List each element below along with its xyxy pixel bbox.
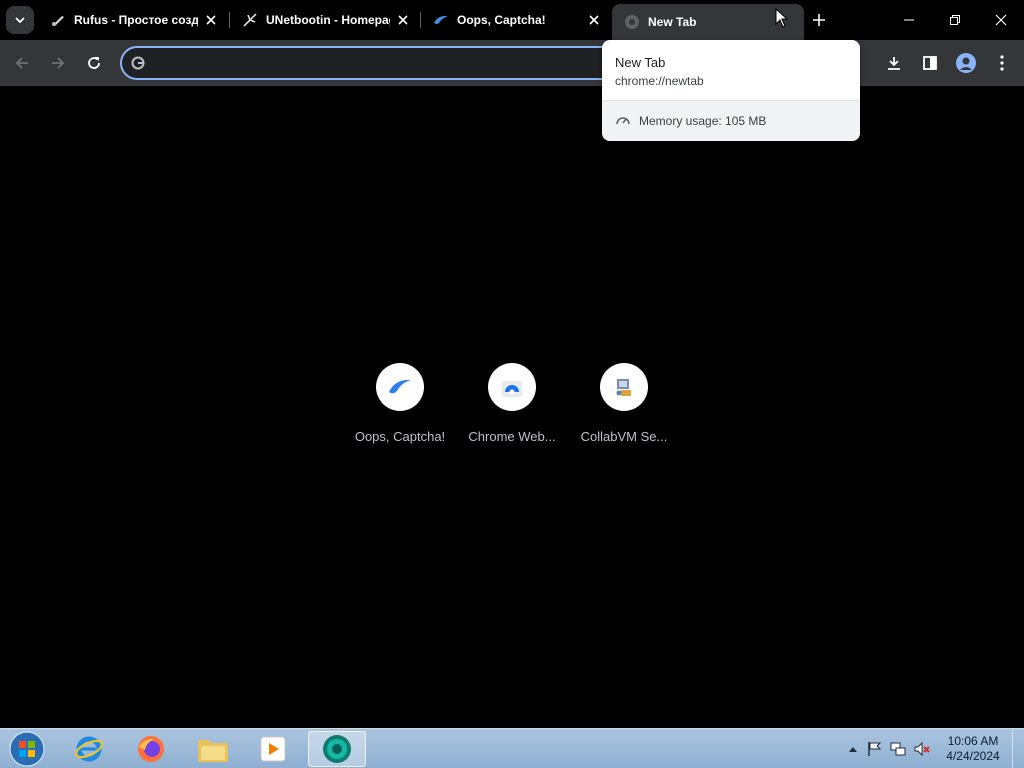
- chevron-down-icon: [15, 17, 25, 24]
- tab-unetbootin[interactable]: UNetbootin - Homepage and Downloads: [230, 0, 420, 40]
- show-hidden-icons-button[interactable]: [845, 741, 861, 757]
- captcha-swirl-icon: [389, 379, 411, 394]
- new-tab-button[interactable]: [808, 9, 830, 31]
- close-icon[interactable]: [396, 13, 410, 27]
- hover-card-title: New Tab: [615, 55, 666, 70]
- taskbar-media-player[interactable]: [246, 731, 300, 767]
- action-center-tray-icon[interactable]: [866, 741, 882, 757]
- shortcut-icon-bg: [376, 363, 424, 411]
- collabvm-icon: [616, 379, 631, 396]
- shortcut-label: Chrome Web...: [468, 429, 556, 444]
- restore-icon: [950, 15, 960, 25]
- close-icon[interactable]: [587, 13, 601, 27]
- rufus-icon: [50, 12, 66, 28]
- browser-toolbar: [0, 40, 1024, 86]
- windows-start-orb-icon: [9, 731, 45, 767]
- unetbootin-icon: [242, 12, 258, 28]
- tab-strip: Rufus - Простое создание загрузочных USB…: [0, 0, 1024, 40]
- shortcut-oops-captcha[interactable]: Oops, Captcha!: [344, 363, 456, 447]
- taskbar-clock[interactable]: 10:06 AM 4/24/2024: [938, 734, 1008, 764]
- tab-title: Rufus - Простое создание загрузочных USB…: [74, 13, 198, 27]
- memory-usage-text: Memory usage: 105 MB: [639, 114, 767, 128]
- mouse-cursor-icon: [775, 8, 789, 28]
- profile-button[interactable]: [952, 49, 980, 77]
- captcha-swirl-icon: [433, 12, 449, 28]
- reload-icon: [88, 57, 100, 69]
- taskbar-file-explorer[interactable]: [186, 731, 240, 767]
- shortcut-collabvm[interactable]: CollabVM Se...: [568, 363, 680, 447]
- taskbar-firefox[interactable]: [124, 731, 178, 767]
- shortcut-label: Oops, Captcha!: [354, 429, 446, 444]
- close-window-button[interactable]: [978, 0, 1024, 40]
- side-panel-button[interactable]: [916, 49, 944, 77]
- menu-button[interactable]: [988, 49, 1016, 77]
- chrome-web-store-icon: [502, 381, 522, 397]
- new-tab-page: Oops, Captcha! Chrome Web... CollabVM Se…: [0, 87, 1024, 728]
- shortcut-label: CollabVM Se...: [580, 429, 668, 444]
- show-desktop-button[interactable]: [1012, 729, 1024, 768]
- close-icon[interactable]: [204, 13, 218, 27]
- internet-explorer-icon: [75, 736, 103, 762]
- profile-icon: [956, 53, 976, 73]
- chevron-up-icon: [849, 747, 857, 752]
- arrow-left-icon: [15, 57, 28, 69]
- flag-icon: [868, 742, 882, 756]
- back-button[interactable]: [8, 49, 36, 77]
- media-player-icon: [260, 736, 286, 762]
- volume-muted-icon: [914, 741, 930, 757]
- screen: Rufus - Простое создание загрузочных USB…: [0, 0, 1024, 768]
- tab-title: UNetbootin - Homepage and Downloads: [266, 13, 390, 27]
- arrow-right-icon: [52, 57, 65, 69]
- clock-time: 10:06 AM: [947, 734, 999, 748]
- tab-hover-card: New Tab chrome://newtab Memory usage: 10…: [602, 40, 860, 141]
- tab-search-button[interactable]: [6, 6, 34, 34]
- volume-tray-icon[interactable]: [914, 741, 930, 757]
- side-panel-icon: [923, 56, 937, 70]
- plus-icon: [813, 14, 825, 26]
- address-input[interactable]: [152, 52, 652, 74]
- minimize-icon: [904, 19, 914, 21]
- globe-icon: [624, 14, 640, 30]
- tab-rufus[interactable]: Rufus - Простое создание загрузочных USB…: [38, 0, 228, 40]
- taskbar-internet-explorer[interactable]: [62, 731, 116, 767]
- downloads-button[interactable]: [880, 49, 908, 77]
- chrome-dev-icon: [323, 735, 351, 763]
- minimize-button[interactable]: [886, 0, 932, 40]
- hover-card-memory: Memory usage: 105 MB: [602, 100, 860, 141]
- download-icon: [888, 57, 900, 70]
- shortcut-icon-bg: [600, 363, 648, 411]
- gauge-icon: [616, 117, 630, 125]
- restore-button[interactable]: [932, 0, 978, 40]
- google-g-icon: [130, 55, 146, 71]
- forward-button[interactable]: [44, 49, 72, 77]
- clock-date: 4/24/2024: [946, 749, 1000, 763]
- tab-title: Oops, Captcha!: [457, 13, 546, 27]
- tab-oops-captcha[interactable]: Oops, Captcha!: [421, 0, 611, 40]
- hover-card-url: chrome://newtab: [615, 74, 704, 88]
- start-button[interactable]: [2, 731, 52, 767]
- close-icon: [995, 14, 1007, 26]
- network-icon: [890, 742, 906, 756]
- taskbar: 10:06 AM 4/24/2024: [0, 728, 1024, 768]
- shortcut-chrome-web-store[interactable]: Chrome Web...: [456, 363, 568, 447]
- shortcut-icon-bg: [488, 363, 536, 411]
- taskbar-chrome-dev[interactable]: [308, 731, 366, 767]
- firefox-icon: [138, 736, 164, 762]
- network-tray-icon[interactable]: [890, 741, 906, 757]
- folder-icon: [198, 740, 228, 762]
- more-vert-icon: [1000, 55, 1004, 71]
- reload-button[interactable]: [80, 49, 108, 77]
- tab-title: New Tab: [648, 15, 697, 29]
